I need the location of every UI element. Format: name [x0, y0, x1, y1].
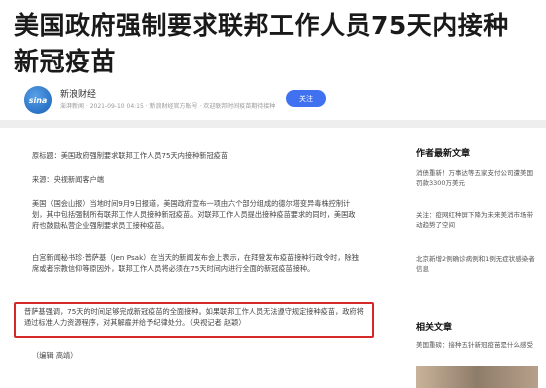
follow-button[interactable]: 关注: [286, 90, 326, 107]
sidebar-article-link[interactable]: 关注：疫网红种屏下降为未来美消市场带动趋势了空间: [416, 210, 538, 230]
body-paragraph: 白宫新闻秘书珍·普萨基（Jen Psak）在当天的新闻发布会上表示，在拜登发布疫…: [32, 253, 359, 273]
author-avatar[interactable]: sina: [24, 86, 52, 114]
sidebar: 作者最新文章 消债重新！万事达等五家支付公司遭美国罚款3300万美元 关注：疫网…: [412, 128, 546, 388]
section-divider: [0, 120, 546, 128]
latest-articles-heading: 作者最新文章: [416, 149, 471, 159]
highlight-annotation: [14, 302, 374, 338]
article-body: 原标题：美国政府强制要求联邦工作人员75天内接种新冠疫苗 来源：央视新闻客户端 …: [0, 128, 400, 388]
author-name[interactable]: 新浪财经: [60, 87, 96, 100]
sidebar-article-link[interactable]: 美国重磅：接种五针新冠疫苗是什么感受: [416, 340, 538, 350]
editor-paragraph: （编辑 高靖）: [32, 351, 78, 360]
source-paragraph: 来源：央视新闻客户端: [32, 175, 104, 184]
related-articles-heading: 相关文章: [416, 323, 453, 333]
article-header: 美国政府强制要求联邦工作人员75天内接种新冠疫苗: [14, 8, 534, 80]
article-title: 美国政府强制要求联邦工作人员75天内接种新冠疫苗: [14, 11, 509, 76]
article-meta: 澎湃新闻 · 2021-09-10 04:15 · 新浪财经官方账号 · 欢迎联…: [60, 103, 276, 110]
sidebar-article-link[interactable]: 消债重新！万事达等五家支付公司遭美国罚款3300万美元: [416, 168, 538, 188]
related-article-thumbnail[interactable]: [416, 366, 538, 388]
original-title-paragraph: 原标题：美国政府强制要求联邦工作人员75天内接种新冠疫苗: [32, 151, 229, 160]
sidebar-article-link[interactable]: 北京新增2例确诊病例和1例无症状感染者信息: [416, 254, 538, 274]
author-bar: sina 新浪财经 澎湃新闻 · 2021-09-10 04:15 · 新浪财经…: [24, 86, 524, 114]
body-paragraph: 美国（国会山报）当地时间9月9日报道，美国政府宣布一项由六个部分组成的德尔塔变异…: [32, 199, 356, 230]
